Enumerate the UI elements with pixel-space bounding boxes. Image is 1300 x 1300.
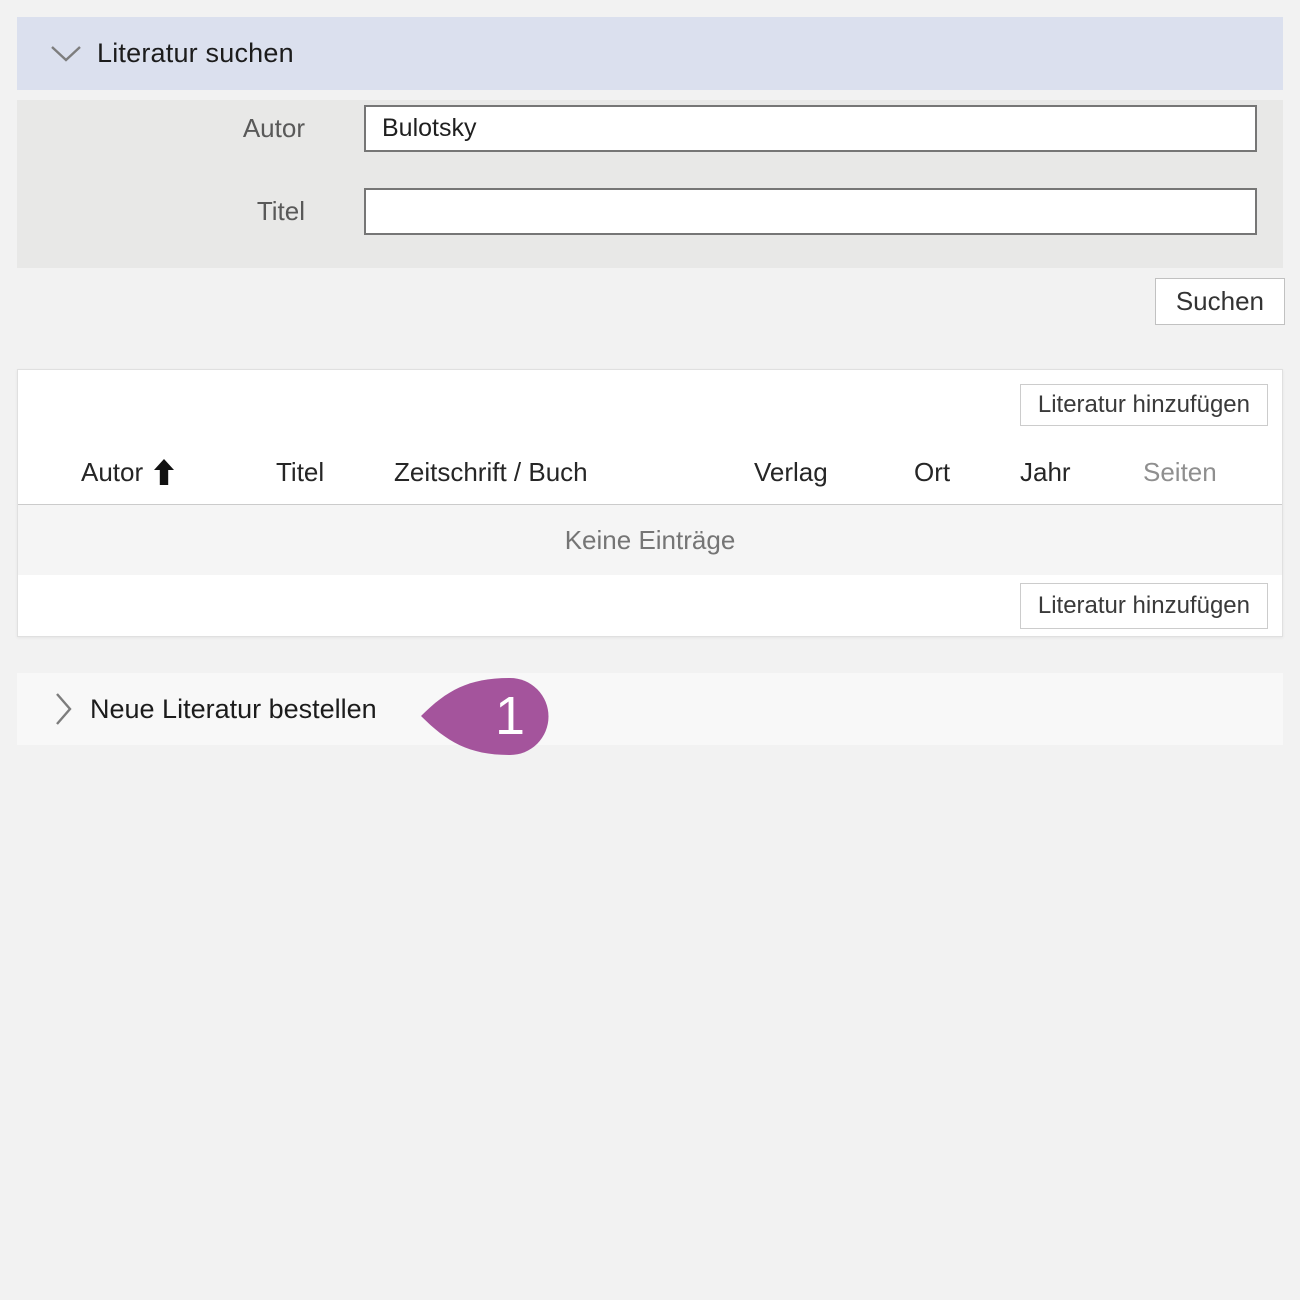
add-literature-button-top[interactable]: Literatur hinzufügen	[1020, 384, 1268, 426]
column-header-verlag[interactable]: Verlag	[754, 456, 828, 488]
search-section-header[interactable]: Literatur suchen	[17, 17, 1283, 90]
titel-input[interactable]	[364, 188, 1257, 235]
search-form: Autor Titel	[17, 100, 1283, 268]
chevron-down-icon	[50, 45, 82, 63]
autor-input[interactable]	[364, 105, 1257, 152]
autor-form-row: Autor	[17, 105, 1283, 152]
order-section-header[interactable]: Neue Literatur bestellen	[17, 673, 1283, 745]
column-header-autor-label: Autor	[81, 457, 143, 488]
results-panel: Literatur hinzufügen Autor Titel Zeitsch…	[17, 369, 1283, 637]
autor-label: Autor	[17, 113, 305, 144]
search-button[interactable]: Suchen	[1155, 278, 1285, 325]
column-header-seiten[interactable]: Seiten	[1143, 456, 1217, 488]
titel-label: Titel	[17, 196, 305, 227]
column-header-autor[interactable]: Autor	[81, 456, 175, 488]
chevron-right-icon	[55, 692, 73, 726]
titel-form-row: Titel	[17, 188, 1283, 235]
search-section-title: Literatur suchen	[97, 38, 294, 69]
column-header-ort[interactable]: Ort	[914, 456, 950, 488]
add-literature-button-bottom[interactable]: Literatur hinzufügen	[1020, 583, 1268, 629]
empty-message: Keine Einträge	[565, 525, 736, 556]
column-header-titel[interactable]: Titel	[276, 456, 324, 488]
order-section-title: Neue Literatur bestellen	[90, 694, 377, 725]
column-header-jahr[interactable]: Jahr	[1020, 456, 1071, 488]
column-header-zeitschrift-buch[interactable]: Zeitschrift / Buch	[394, 456, 588, 488]
empty-table-row: Keine Einträge	[18, 504, 1282, 575]
sort-ascending-icon	[153, 459, 175, 485]
